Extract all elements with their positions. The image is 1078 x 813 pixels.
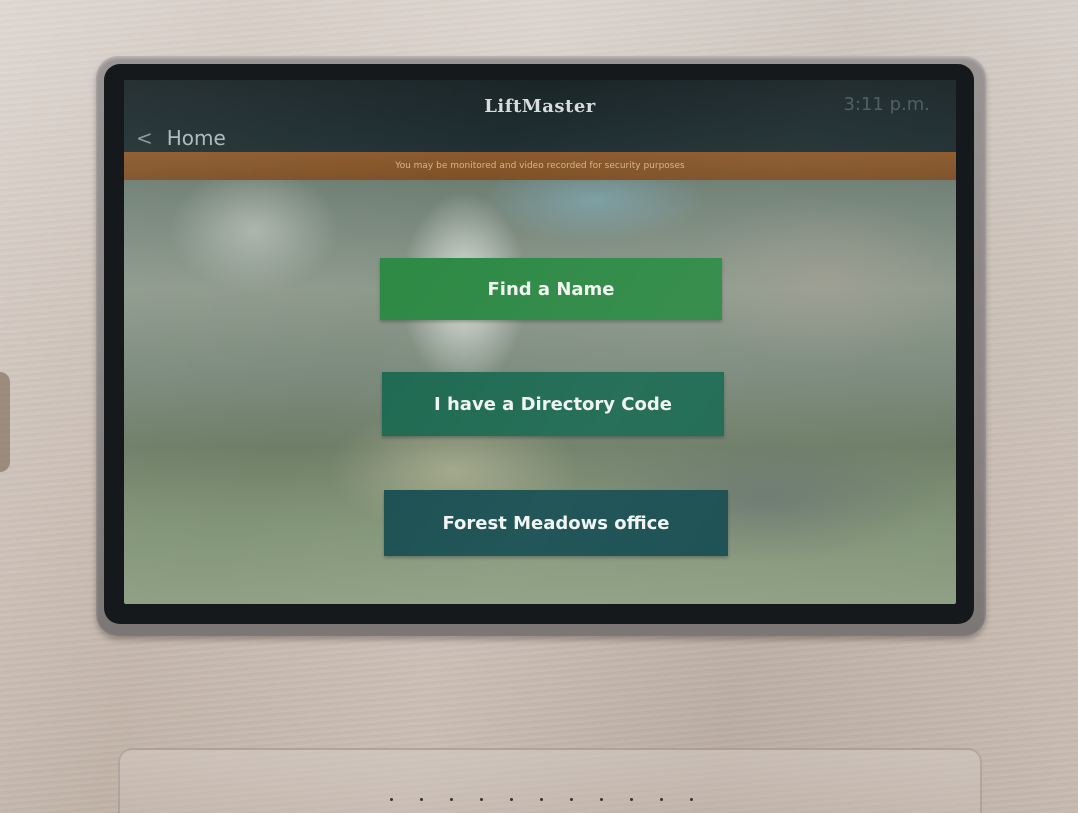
kiosk-photo: LiftMaster 3:11 p.m. < Home You may be m… [0,0,1078,813]
directory-code-label: I have a Directory Code [434,393,672,415]
touch-screen: LiftMaster 3:11 p.m. < Home You may be m… [124,80,956,604]
clock: 3:11 p.m. [843,94,930,115]
office-label: Forest Meadows office [442,512,670,534]
top-bar: LiftMaster 3:11 p.m. < Home [124,80,956,152]
lower-panel [118,748,982,813]
security-notice-banner: You may be monitored and video recorded … [124,152,956,180]
speaker-grille [390,798,693,801]
home-back-button[interactable]: < Home [136,126,226,150]
office-button[interactable]: Forest Meadows office [384,490,728,556]
find-a-name-label: Find a Name [487,278,615,300]
chevron-left-icon: < [136,126,153,150]
mount-edge [0,372,10,472]
directory-code-button[interactable]: I have a Directory Code [382,372,724,436]
brand-logo: LiftMaster [484,96,596,117]
find-a-name-button[interactable]: Find a Name [380,258,722,320]
home-label: Home [166,126,226,150]
